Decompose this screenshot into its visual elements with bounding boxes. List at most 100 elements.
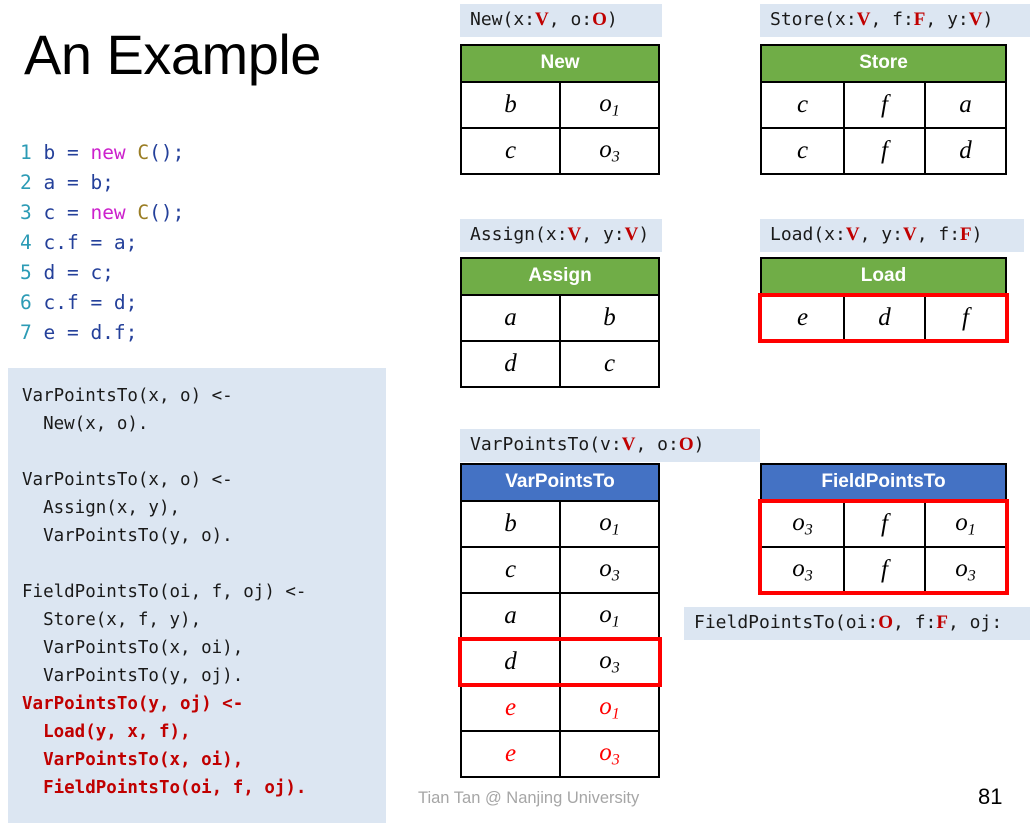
signature-part: ) xyxy=(693,434,705,455)
table-cell: o1 xyxy=(558,500,661,548)
table-cell: b xyxy=(460,81,561,129)
table-header-row: VarPointsTo xyxy=(459,463,661,502)
table-cell: e xyxy=(760,294,845,342)
table-cell: f xyxy=(843,500,926,548)
relation-header-new: New xyxy=(459,44,661,83)
code-token: c.f = d; xyxy=(43,291,138,314)
relation-table-load: Load e d f xyxy=(760,257,1007,342)
table-cell: o1 xyxy=(923,500,1008,548)
signature-part: Assign(x: xyxy=(470,224,568,245)
table-row: b o1 xyxy=(460,81,661,129)
signature-part: ) xyxy=(971,224,983,245)
signature-part: , y: xyxy=(581,224,625,245)
code-line: 7 e = d.f; xyxy=(20,318,184,348)
relation-header-assign: Assign xyxy=(459,257,661,296)
code-line: 5 d = c; xyxy=(20,258,184,288)
code-line-number: 1 xyxy=(20,141,44,164)
code-token: d = c; xyxy=(43,261,114,284)
table-cell: a xyxy=(460,294,561,342)
table-row: a o1 xyxy=(460,592,661,640)
table-cell: f xyxy=(843,81,926,129)
cell-subscript: 3 xyxy=(804,567,813,585)
signature-part: , f: xyxy=(916,224,961,245)
table-row: dc xyxy=(460,340,661,388)
code-line-number: 3 xyxy=(20,201,44,224)
table-cell: f xyxy=(843,127,926,175)
table-cell: o3 xyxy=(760,500,845,548)
code-token: b = xyxy=(43,141,91,164)
rules-red-text: VarPointsTo(y, oj) <- Load(y, x, f), Var… xyxy=(22,694,307,798)
relation-table-varpointsto: VarPointsTo b o1 c o3 a o1 d o3 e o1 e o3 xyxy=(459,463,661,778)
signature-part: , o: xyxy=(635,434,679,455)
cell-subscript: 1 xyxy=(611,705,620,723)
table-cell: d xyxy=(460,340,561,388)
table-row: o3 f o3 xyxy=(760,546,1008,594)
table-cell: e xyxy=(460,684,561,732)
table-header-row: Store xyxy=(760,44,1007,83)
cell-subscript: 3 xyxy=(804,521,813,539)
rules-black-text: VarPointsTo(x, o) <- New(x, o). VarPoint… xyxy=(22,386,307,686)
table-row: c o3 xyxy=(460,127,661,175)
table-cell: c xyxy=(460,546,561,594)
code-line: 2 a = b; xyxy=(20,168,184,198)
cell-subscript: 3 xyxy=(611,567,620,585)
signature-part: New(x: xyxy=(470,9,536,30)
table-cell: d xyxy=(843,294,926,342)
signature-part: ) xyxy=(606,9,618,30)
code-token: a = b; xyxy=(43,171,114,194)
table-cell: c xyxy=(760,81,845,129)
signature-part: VarPointsTo(v: xyxy=(470,434,622,455)
code-line-number: 4 xyxy=(20,231,44,254)
signature-part: O xyxy=(878,612,894,633)
table-cell: o3 xyxy=(558,546,661,594)
cell-subscript: 1 xyxy=(611,102,620,120)
relation-signature-assign: Assign(x:V, y:V) xyxy=(460,219,662,252)
table-row: b o1 xyxy=(460,500,661,548)
code-line: 4 c.f = a; xyxy=(20,228,184,258)
cell-subscript: 3 xyxy=(611,148,620,166)
table-row: cfa xyxy=(760,81,1007,129)
table-cell: o3 xyxy=(760,546,845,594)
table-cell: a xyxy=(924,81,1007,129)
table-cell: b xyxy=(558,294,661,342)
signature-part: , o: xyxy=(548,9,593,30)
table-cell: f xyxy=(843,546,926,594)
code-token: C xyxy=(137,141,150,164)
table-row: e o1 xyxy=(460,684,661,732)
table-header-row: FieldPointsTo xyxy=(759,463,1008,502)
relation-table-assign: Assign a b d c xyxy=(459,257,661,388)
code-line: 1 b = new C(); xyxy=(20,138,184,168)
signature-part: V xyxy=(535,9,549,30)
signature-part: V xyxy=(624,224,639,245)
table-cell: o3 xyxy=(558,127,661,175)
relation-signature-varpointsto: VarPointsTo(v:V, o:O) xyxy=(460,429,760,462)
signature-part: V xyxy=(902,224,917,245)
signature-part: , y: xyxy=(925,9,969,30)
table-cell: f xyxy=(924,294,1007,342)
code-token: (); xyxy=(149,201,185,224)
table-cell: o1 xyxy=(558,592,661,640)
cell-subscript: 3 xyxy=(967,567,976,585)
signature-part: V xyxy=(856,9,871,30)
code-line-number: 7 xyxy=(20,321,44,344)
cell-subscript: 1 xyxy=(611,613,620,631)
relation-signature-load: Load(x:V, y:V, f:F) xyxy=(760,219,1024,252)
table-row: d o3 xyxy=(460,638,661,686)
table-cell: d xyxy=(460,638,561,686)
signature-part: V xyxy=(621,434,636,455)
source-code-listing: 1 b = new C(); 2 a = b; 3 c = new C(); 4 c.… xyxy=(20,138,184,348)
signature-part: V xyxy=(845,224,860,245)
signature-part: Store(x: xyxy=(770,9,857,30)
relation-signature-fieldpointsto: FieldPointsTo(oi:O, f:F, oj: xyxy=(684,607,1030,640)
relation-header-fieldpointsto: FieldPointsTo xyxy=(759,463,1008,502)
table-row: o3 f o1 xyxy=(760,500,1008,548)
signature-part: O xyxy=(592,9,607,30)
signature-part: V xyxy=(567,224,582,245)
code-token: e = d.f; xyxy=(43,321,138,344)
signature-part: FieldPointsTo(oi: xyxy=(694,612,879,633)
table-cell: o3 xyxy=(923,546,1008,594)
code-token: new xyxy=(90,141,138,164)
page-title: An Example xyxy=(24,23,321,86)
table-cell: o1 xyxy=(558,81,661,129)
code-token: C xyxy=(137,201,150,224)
